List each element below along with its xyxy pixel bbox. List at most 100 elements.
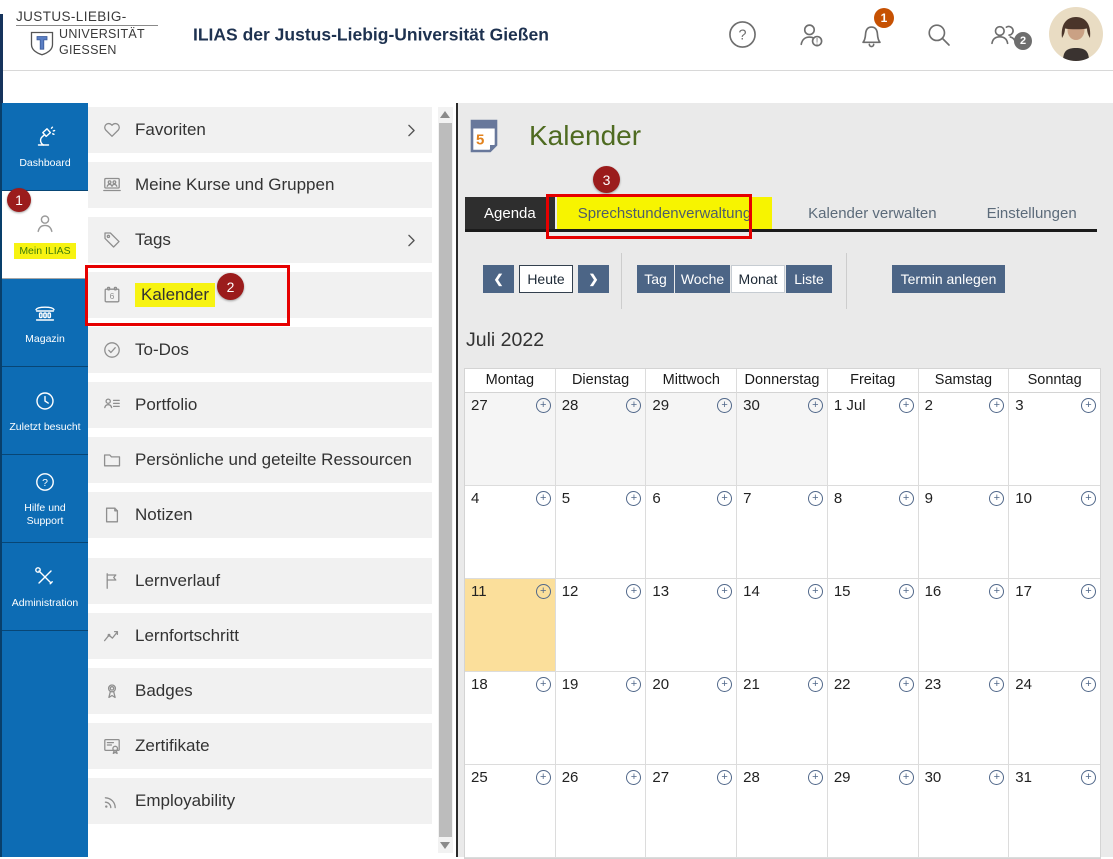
calendar-day-cell[interactable]: 31 +	[1009, 765, 1100, 858]
sidebar-item-magazin[interactable]: Magazin	[2, 279, 88, 367]
calendar-day-cell[interactable]: 7 +	[737, 486, 828, 579]
menu-item-to-dos[interactable]: To-Dos	[88, 327, 432, 373]
calendar-day-cell[interactable]: 15 +	[827, 579, 919, 672]
add-appointment-icon[interactable]: +	[1081, 491, 1096, 506]
view-button-tag[interactable]: Tag	[637, 265, 674, 293]
menu-item-meine-kurse-und-gruppen[interactable]: Meine Kurse und Gruppen	[88, 162, 432, 208]
calendar-day-cell[interactable]: 4 +	[465, 486, 556, 579]
calendar-day-cell[interactable]: 1 Jul +	[827, 393, 919, 486]
calendar-day-cell[interactable]: 26 +	[555, 765, 647, 858]
calendar-day-cell[interactable]: 30 +	[737, 393, 828, 486]
add-appointment-icon[interactable]: +	[717, 584, 733, 599]
add-appointment-icon[interactable]: +	[535, 491, 551, 506]
menu-item-badges[interactable]: Badges	[88, 668, 432, 714]
calendar-day-cell[interactable]: 28 +	[555, 393, 647, 486]
add-appointment-icon[interactable]: +	[1081, 770, 1096, 785]
add-appointment-icon[interactable]: +	[989, 584, 1005, 599]
calendar-day-cell[interactable]: 16 +	[918, 579, 1010, 672]
calendar-day-cell[interactable]: 3 +	[1009, 393, 1100, 486]
calendar-day-cell[interactable]: 24 +	[1009, 672, 1100, 765]
calendar-day-cell[interactable]: 25 +	[465, 765, 556, 858]
tab-kalender-verwalten[interactable]: Kalender verwalten	[794, 197, 950, 230]
next-period-button[interactable]: ❯	[578, 265, 609, 293]
add-appointment-icon[interactable]: +	[535, 770, 551, 785]
add-appointment-icon[interactable]: +	[898, 584, 914, 599]
add-appointment-icon[interactable]: +	[535, 398, 551, 413]
add-appointment-icon[interactable]: +	[626, 491, 642, 506]
calendar-day-cell[interactable]: 20 +	[646, 672, 738, 765]
scroll-down-icon[interactable]	[440, 842, 450, 849]
calendar-day-cell[interactable]: 10 +	[1009, 486, 1100, 579]
add-appointment-icon[interactable]: +	[626, 677, 642, 692]
calendar-day-cell[interactable]: 21 +	[737, 672, 828, 765]
add-appointment-icon[interactable]: +	[989, 491, 1005, 506]
add-appointment-icon[interactable]: +	[989, 770, 1005, 785]
help-icon[interactable]: ?	[725, 17, 760, 52]
add-appointment-icon[interactable]: +	[717, 491, 733, 506]
menu-scrollbar[interactable]	[438, 107, 453, 853]
menu-item-notizen[interactable]: Notizen	[88, 492, 432, 538]
calendar-day-cell[interactable]: 2 +	[918, 393, 1010, 486]
scrollbar-thumb[interactable]	[439, 123, 452, 837]
add-appointment-icon[interactable]: +	[626, 398, 642, 413]
add-appointment-icon[interactable]: +	[1081, 584, 1096, 599]
calendar-day-cell[interactable]: 11 +	[465, 579, 556, 672]
calendar-day-cell[interactable]: 27 +	[646, 765, 738, 858]
calendar-day-cell[interactable]: 12 +	[555, 579, 647, 672]
calendar-day-cell[interactable]: 23 +	[918, 672, 1010, 765]
add-appointment-icon[interactable]: +	[989, 398, 1005, 413]
add-appointment-icon[interactable]: +	[989, 677, 1005, 692]
calendar-day-cell[interactable]: 27 +	[465, 393, 556, 486]
add-appointment-icon[interactable]: +	[898, 677, 914, 692]
add-appointment-icon[interactable]: +	[1081, 677, 1096, 692]
menu-item-kalender[interactable]: 6 Kalender	[88, 272, 432, 318]
search-icon[interactable]	[921, 17, 956, 52]
view-button-monat[interactable]: Monat	[731, 265, 785, 293]
tab-einstellungen[interactable]: Einstellungen	[973, 197, 1091, 230]
sidebar-item-dashboard[interactable]: Dashboard	[2, 103, 88, 191]
scroll-up-icon[interactable]	[440, 111, 450, 118]
create-appointment-button[interactable]: Termin anlegen	[892, 265, 1005, 293]
add-appointment-icon[interactable]: +	[626, 584, 642, 599]
calendar-day-cell[interactable]: 5 +	[555, 486, 647, 579]
add-appointment-icon[interactable]: +	[626, 770, 642, 785]
add-appointment-icon[interactable]: +	[535, 677, 551, 692]
menu-item-favoriten[interactable]: Favoriten	[88, 107, 432, 153]
tab-sprechstundenverwaltung[interactable]: Sprechstundenverwaltung	[556, 197, 773, 230]
add-appointment-icon[interactable]: +	[807, 398, 823, 413]
calendar-day-cell[interactable]: 22 +	[827, 672, 919, 765]
previous-period-button[interactable]: ❮	[483, 265, 514, 293]
calendar-day-cell[interactable]: 28 +	[737, 765, 828, 858]
calendar-day-cell[interactable]: 9 +	[918, 486, 1010, 579]
calendar-day-cell[interactable]: 17 +	[1009, 579, 1100, 672]
calendar-day-cell[interactable]: 29 +	[646, 393, 738, 486]
chevron-right-icon[interactable]	[403, 232, 420, 249]
calendar-day-cell[interactable]: 8 +	[827, 486, 919, 579]
sidebar-item-zuletzt-besucht[interactable]: Zuletzt besucht	[2, 367, 88, 455]
add-appointment-icon[interactable]: +	[717, 770, 733, 785]
add-appointment-icon[interactable]: +	[717, 677, 733, 692]
add-appointment-icon[interactable]: +	[898, 770, 914, 785]
calendar-day-cell[interactable]: 13 +	[646, 579, 738, 672]
today-button[interactable]: Heute	[519, 265, 573, 293]
add-appointment-icon[interactable]: +	[807, 584, 823, 599]
menu-item-lernverlauf[interactable]: Lernverlauf	[88, 558, 432, 604]
add-appointment-icon[interactable]: +	[898, 398, 914, 413]
menu-item-pers-nliche-und-geteilte-ressourcen[interactable]: Persönliche und geteilte Ressourcen	[88, 437, 432, 483]
user-status-icon[interactable]: !	[793, 17, 828, 52]
user-avatar[interactable]	[1049, 7, 1103, 61]
add-appointment-icon[interactable]: +	[535, 584, 551, 599]
sidebar-item-administration[interactable]: Administration	[2, 543, 88, 631]
view-button-woche[interactable]: Woche	[675, 265, 730, 293]
calendar-day-cell[interactable]: 29 +	[827, 765, 919, 858]
menu-item-employability[interactable]: Employability	[88, 778, 432, 824]
menu-item-tags[interactable]: Tags	[88, 217, 432, 263]
sidebar-item-hilfe-und-support[interactable]: ? Hilfe und Support	[2, 455, 88, 543]
calendar-day-cell[interactable]: 30 +	[918, 765, 1010, 858]
calendar-day-cell[interactable]: 14 +	[737, 579, 828, 672]
menu-item-zertifikate[interactable]: Zertifikate	[88, 723, 432, 769]
menu-item-lernfortschritt[interactable]: Lernfortschritt	[88, 613, 432, 659]
add-appointment-icon[interactable]: +	[898, 491, 914, 506]
add-appointment-icon[interactable]: +	[807, 677, 823, 692]
menu-item-portfolio[interactable]: Portfolio	[88, 382, 432, 428]
